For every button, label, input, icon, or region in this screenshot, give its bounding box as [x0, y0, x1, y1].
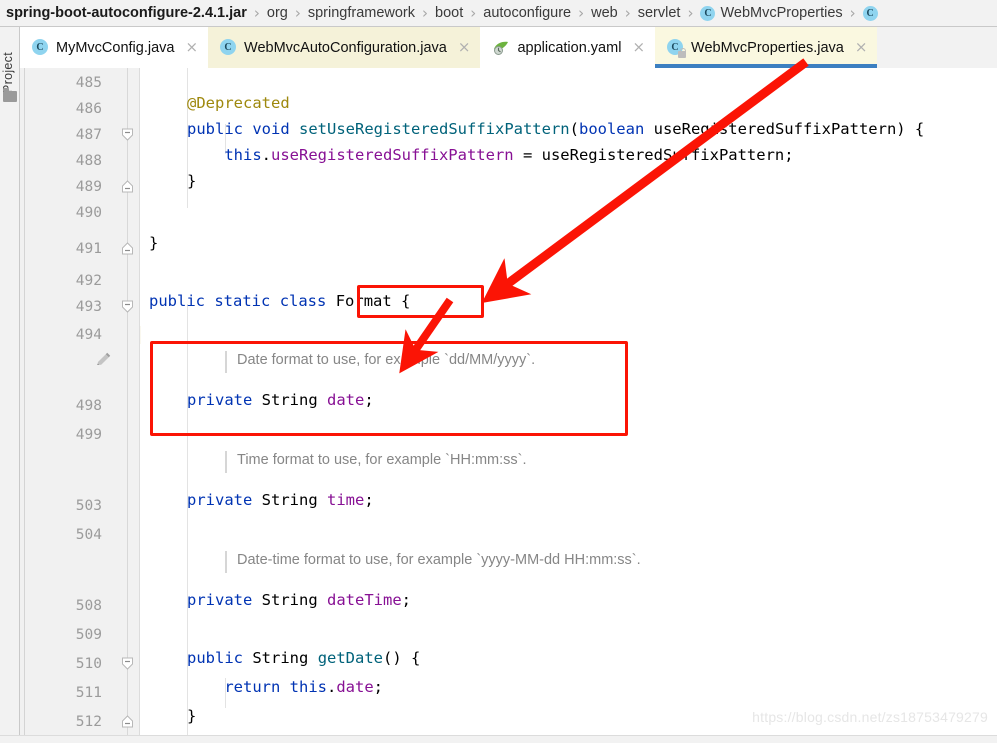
status-bar [0, 735, 997, 743]
line-number: 487 [75, 127, 102, 143]
line-number: 486 [75, 101, 102, 117]
close-icon[interactable]: × [632, 40, 645, 55]
breadcrumb-item-truncated[interactable]: C [862, 5, 878, 21]
tab-mymvcconfig-java[interactable]: C MyMvcConfig.java × [20, 27, 209, 68]
code-line-488[interactable]: this.useRegisteredSuffixPattern = useReg… [187, 146, 997, 164]
doc-comment-datetime: Date-time format to use, for example `yy… [237, 552, 641, 568]
pencil-edit-icon[interactable] [94, 351, 112, 369]
fold-marker-expanded[interactable] [121, 300, 134, 313]
line-number: 508 [75, 598, 102, 614]
tab-label: WebMvcAutoConfiguration.java [244, 39, 447, 56]
doc-comment-bar [225, 551, 227, 573]
line-number: 493 [75, 299, 102, 315]
java-class-icon: C [220, 39, 237, 56]
code-line-498[interactable]: private String date; [187, 391, 997, 409]
code-text-area[interactable]: @Deprecated public void setUseRegistered… [141, 68, 997, 743]
close-icon[interactable]: × [458, 40, 471, 55]
code-line-486[interactable]: @Deprecated [187, 94, 997, 112]
breadcrumb-separator: › [422, 4, 429, 22]
breadcrumb-separator: › [578, 4, 585, 22]
sidebar-item-project[interactable]: Project [1, 33, 19, 93]
fold-column-line [127, 68, 128, 743]
folder-icon[interactable] [3, 88, 17, 102]
project-tool-window-strip[interactable]: Project [0, 27, 20, 743]
breadcrumb-item-boot[interactable]: boot [435, 5, 463, 21]
code-line-508[interactable]: private String dateTime; [187, 591, 997, 609]
line-number: 498 [75, 398, 102, 414]
close-icon[interactable]: × [855, 40, 868, 55]
breadcrumb-item-jar[interactable]: spring-boot-autoconfigure-2.4.1.jar [6, 5, 247, 21]
code-line-493[interactable]: public static class Format { [149, 292, 997, 310]
breadcrumb-item-webmvcproperties[interactable]: C WebMvcProperties [700, 5, 843, 21]
breadcrumb[interactable]: spring-boot-autoconfigure-2.4.1.jar › or… [0, 0, 997, 27]
fold-marker-end[interactable] [121, 242, 134, 255]
doc-comment-time: Time format to use, for example `HH:mm:s… [237, 452, 527, 468]
breadcrumb-separator: › [294, 4, 301, 22]
close-icon[interactable]: × [185, 40, 198, 55]
java-class-readonly-icon: C [667, 39, 687, 58]
line-number: 491 [75, 241, 102, 257]
code-line-487[interactable]: public void setUseRegisteredSuffixPatter… [187, 120, 997, 138]
doc-comment-bar [225, 351, 227, 373]
breadcrumb-separator: › [849, 4, 856, 22]
breadcrumb-label: web [591, 5, 618, 21]
breadcrumb-item-org[interactable]: org [267, 5, 288, 21]
breadcrumb-item-servlet[interactable]: servlet [638, 5, 681, 21]
breadcrumb-separator: › [470, 4, 477, 22]
code-line-503[interactable]: private String time; [187, 491, 997, 509]
java-class-icon: C [862, 5, 878, 21]
tab-label: MyMvcConfig.java [56, 39, 175, 56]
breadcrumb-item-autoconfigure[interactable]: autoconfigure [483, 5, 571, 21]
breadcrumb-label: WebMvcProperties [720, 5, 843, 21]
breadcrumb-label: boot [435, 5, 464, 21]
breadcrumb-label: springframework [307, 5, 416, 21]
line-number: 485 [75, 75, 102, 91]
line-number: 512 [75, 714, 102, 730]
breadcrumb-separator: › [687, 4, 694, 22]
line-number: 510 [75, 656, 102, 672]
java-class-icon: C [32, 39, 49, 56]
line-number: 492 [75, 273, 102, 289]
line-number: 488 [75, 153, 102, 169]
tab-webmvcproperties-java[interactable]: C WebMvcProperties.java × [655, 27, 878, 68]
breadcrumb-separator: › [624, 4, 631, 22]
code-line-510[interactable]: public String getDate() { [187, 649, 997, 667]
java-class-icon: C [700, 5, 716, 21]
line-number: 503 [75, 498, 102, 514]
breadcrumb-item-web[interactable]: web [591, 5, 618, 21]
breadcrumb-separator: › [253, 4, 260, 22]
code-editor[interactable]: 485 486 487 488 489 490 491 492 493 494 … [20, 68, 997, 743]
line-number: 509 [75, 627, 102, 643]
watermark-text: https://blog.csdn.net/zs18753479279 [752, 709, 988, 725]
fold-marker-end[interactable] [121, 715, 134, 728]
doc-comment-date: Date format to use, for example `dd/MM/y… [237, 352, 536, 368]
fold-marker-end[interactable] [121, 180, 134, 193]
breadcrumb-label: servlet [637, 5, 681, 21]
line-number: 504 [75, 527, 102, 543]
doc-comment-bar [225, 451, 227, 473]
line-number: 499 [75, 427, 102, 443]
lock-icon [678, 48, 687, 58]
breadcrumb-item-springframework[interactable]: springframework [308, 5, 415, 21]
code-line-491[interactable]: } [149, 234, 997, 252]
breadcrumb-label: spring-boot-autoconfigure-2.4.1.jar [6, 5, 247, 21]
tab-label: WebMvcProperties.java [691, 39, 844, 56]
tab-application-yaml[interactable]: application.yaml × [480, 27, 656, 68]
line-number: 489 [75, 179, 102, 195]
breadcrumb-label: autoconfigure [483, 5, 572, 21]
annotation-token: @Deprecated [187, 94, 290, 112]
fold-marker-expanded[interactable] [121, 657, 134, 670]
editor-gutter[interactable]: 485 486 487 488 489 490 491 492 493 494 … [20, 68, 140, 743]
fold-marker-expanded[interactable] [121, 128, 134, 141]
code-line-511[interactable]: return this.date; [187, 678, 997, 696]
breadcrumb-label: org [266, 5, 288, 21]
spring-leaf-icon [492, 40, 510, 56]
tab-label: application.yaml [517, 39, 622, 56]
line-number: 490 [75, 205, 102, 221]
code-line-489[interactable]: } [187, 172, 997, 190]
tab-webmvcautoconfiguration-java[interactable]: C WebMvcAutoConfiguration.java × [208, 27, 481, 68]
line-number: 511 [75, 685, 102, 701]
editor-tab-bar[interactable]: C MyMvcConfig.java × C WebMvcAutoConfigu… [20, 27, 997, 68]
line-number: 494 [75, 327, 102, 343]
